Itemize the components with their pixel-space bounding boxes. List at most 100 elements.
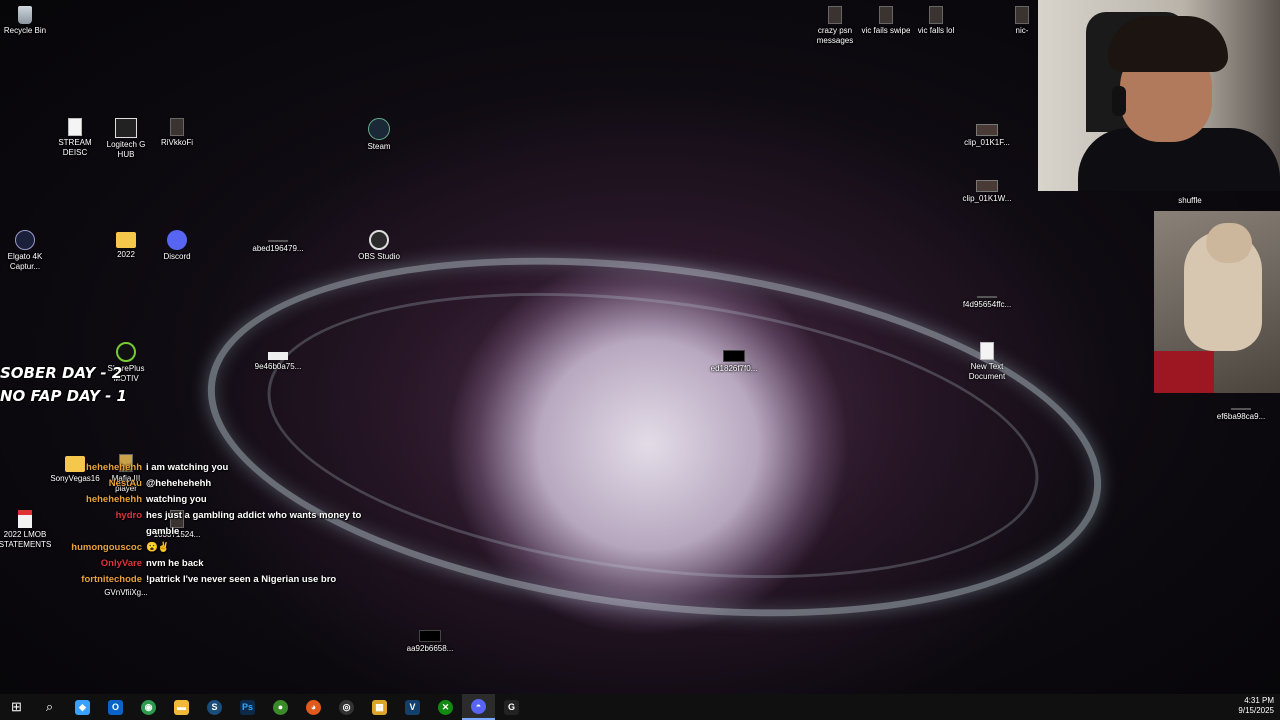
- desktop: Recycle Bin crazy psn messages vic fails…: [0, 0, 1280, 694]
- chat-message: NestAu @hehehehehh: [50, 476, 380, 492]
- webcam-overlay: [1038, 0, 1280, 191]
- search-button[interactable]: ⌕: [33, 694, 66, 720]
- desktop-icon-clip-01k1f[interactable]: clip_01K1F...: [955, 118, 1019, 148]
- shure-motiv-icon: [116, 342, 136, 362]
- clock-time: 4:31 PM: [1244, 696, 1274, 705]
- desktop-icon-aa92b6658[interactable]: aa92b6658...: [398, 622, 462, 654]
- desktop-icon-discord[interactable]: Discord: [145, 230, 209, 262]
- taskbar: ⊞ ⌕ ◆ O ◉ ▬ S Ps ● ◕ ◎ ▦ V ✕ ◓ G: [0, 694, 1280, 720]
- video-file-icon: [828, 6, 842, 24]
- chrome-icon: ◉: [141, 699, 156, 715]
- chat-username: hehehehehh: [86, 494, 142, 505]
- taskbar-shure-motiv[interactable]: ●: [264, 694, 297, 720]
- taskbar-copilot[interactable]: ◆: [66, 694, 99, 720]
- chat-message: hehehehehh i am watching you: [50, 460, 380, 476]
- image-file-icon: [268, 240, 288, 242]
- chat-text: 😮✌: [146, 542, 170, 553]
- chat-message: hydro hes just a gambling addict who want…: [50, 508, 380, 540]
- chat-text: @hehehehehh: [146, 478, 212, 489]
- steam-icon: [368, 118, 390, 140]
- taskbar-file-explorer[interactable]: ▬: [165, 694, 198, 720]
- vegas-icon: V: [405, 699, 420, 715]
- windows-icon: ⊞: [11, 699, 22, 714]
- video-file-icon: [976, 180, 998, 192]
- video-file-icon: [1015, 6, 1029, 24]
- text-document-icon: [980, 342, 994, 360]
- chat-text: nvm he back: [146, 558, 204, 569]
- chat-message: OnlyVare nvm he back: [50, 556, 380, 572]
- recycle-bin-icon: [18, 6, 32, 24]
- sober-day-text: SOBER DAY - 2: [0, 364, 123, 382]
- desktop-icon-elgato-4k-capture[interactable]: Elgato 4K Captur...: [0, 230, 57, 272]
- chat-text: hes just a gambling addict who wants mon…: [146, 510, 362, 537]
- image-file-icon: [723, 350, 745, 362]
- video-file-icon: [879, 6, 893, 24]
- image-file-icon: [268, 352, 288, 360]
- obs-icon: ◎: [339, 699, 354, 715]
- video-file-icon: [929, 6, 943, 24]
- document-icon: [68, 118, 82, 136]
- streamer-hair: [1108, 16, 1228, 72]
- clock-date: 9/15/2025: [1238, 706, 1274, 715]
- taskbar-steam[interactable]: S: [198, 694, 231, 720]
- taskbar-g-hub[interactable]: G: [495, 694, 528, 720]
- taskbar-ms-store[interactable]: ▦: [363, 694, 396, 720]
- taskbar-xbox[interactable]: ✕: [429, 694, 462, 720]
- desktop-icon-new-text-document[interactable]: New Text Document: [955, 342, 1019, 382]
- folder-icon: [116, 232, 136, 248]
- steam-icon: S: [207, 699, 222, 715]
- elgato-icon: [15, 230, 35, 250]
- desktop-icon-2022-lmob-statements[interactable]: 2022 LMOB STATEMENTS: [0, 510, 57, 550]
- desktop-icon-recycle-bin[interactable]: Recycle Bin: [0, 6, 57, 36]
- taskbar-obs[interactable]: ◎: [330, 694, 363, 720]
- desktop-icon-rivkkofi[interactable]: RiVkkoFi: [145, 118, 209, 148]
- chat-username: NestAu: [108, 478, 142, 489]
- folder-icon: ▬: [174, 699, 189, 715]
- chat-overlay: hehehehehh i am watching you NestAu @heheh…: [50, 460, 380, 588]
- search-icon: ⌕: [45, 699, 54, 714]
- taskbar-clock[interactable]: 4:31 PM 9/15/2025: [1238, 696, 1274, 716]
- taskbar-discord[interactable]: ◓: [462, 694, 495, 720]
- desktop-icon-vic-falls-lol[interactable]: vic falls lol: [904, 6, 968, 36]
- taskbar-outlook[interactable]: O: [99, 694, 132, 720]
- chat-message: hehehehehh watching you: [50, 492, 380, 508]
- firefox-icon: ◕: [306, 699, 321, 715]
- pdf-file-icon: [18, 510, 32, 528]
- desktop-icon-f4d95654ffc[interactable]: f4d95654ffc...: [955, 286, 1019, 310]
- taskbar-vegas[interactable]: V: [396, 694, 429, 720]
- taskbar-photoshop[interactable]: Ps: [231, 694, 264, 720]
- image-file-icon: [977, 296, 997, 298]
- no-fap-day-text: NO FAP DAY - 1: [0, 387, 127, 405]
- desktop-icon-abed196479[interactable]: abed196479...: [246, 230, 310, 254]
- dog-head: [1206, 223, 1252, 263]
- xbox-icon: ✕: [438, 699, 453, 715]
- desktop-icon-ed1826f7f0[interactable]: ed1826f7f0...: [702, 342, 766, 374]
- discord-icon: [167, 230, 187, 250]
- chat-username: hehehehehh: [86, 462, 142, 473]
- chat-message: fortnitechode !patrick I've never seen a …: [50, 572, 380, 588]
- red-blanket: [1154, 351, 1214, 393]
- chat-message: humongouscoc 😮✌: [50, 540, 380, 556]
- desktop-icon-nic[interactable]: nic-: [1006, 6, 1038, 36]
- desktop-icon-steam[interactable]: Steam: [347, 118, 411, 152]
- desktop-icon-9e46b0a75[interactable]: 9e46b0a75...: [246, 342, 310, 372]
- logitech-g-hub-icon: [115, 118, 137, 138]
- shure-motiv-icon: ●: [273, 699, 288, 715]
- dog-image-overlay: [1154, 211, 1280, 393]
- start-button[interactable]: ⊞: [0, 694, 33, 720]
- chat-text: i am watching you: [146, 462, 229, 473]
- chat-username: hydro: [115, 510, 142, 521]
- desktop-icon-ef6ba98ca9[interactable]: ef6ba98ca9...: [1209, 398, 1273, 422]
- chat-username: fortnitechode: [81, 574, 142, 585]
- taskbar-firefox[interactable]: ◕: [297, 694, 330, 720]
- chat-text: watching you: [146, 494, 207, 505]
- image-file-icon: [419, 630, 441, 642]
- desktop-icon-clip-01k1w[interactable]: clip_01K1W...: [955, 174, 1019, 204]
- store-icon: ▦: [372, 699, 387, 715]
- desktop-icon-obs-studio[interactable]: OBS Studio: [347, 230, 411, 262]
- copilot-icon: ◆: [75, 699, 90, 715]
- chat-text: !patrick I've never seen a Nigerian use …: [146, 574, 337, 585]
- sober-counter-overlay: SOBER DAY - 2 NO FAP DAY - 1: [0, 362, 127, 408]
- taskbar-chrome[interactable]: ◉: [132, 694, 165, 720]
- shuffle-label: shuffle: [1178, 196, 1202, 205]
